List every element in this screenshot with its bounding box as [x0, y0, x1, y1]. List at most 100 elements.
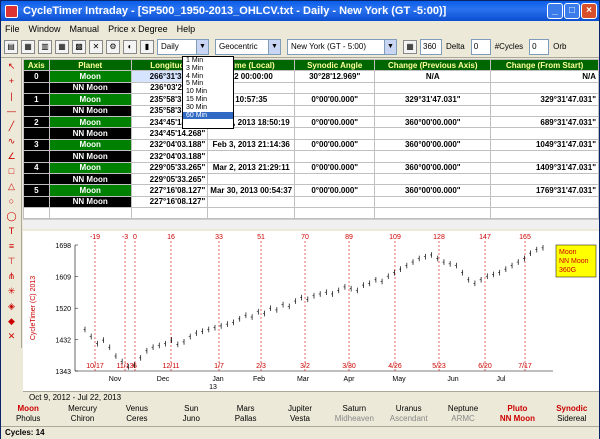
cell-lon: 229°05'33.265" — [130, 161, 209, 174]
planet-toggle-mercury[interactable]: Mercury Chiron — [55, 404, 109, 426]
trendline-icon[interactable]: ╱ — [3, 120, 20, 133]
table-row[interactable]: 5 Moon 227°16'08.127" Mar 30, 2013 00:54:37… — [23, 184, 599, 197]
dropdown-option[interactable]: 15 Min — [183, 96, 233, 104]
table-row[interactable]: NN Moon 235°58'31.184" — [23, 104, 599, 117]
table-row[interactable]: NN Moon 229°05'33.265" — [23, 172, 599, 186]
degrees-input[interactable]: 360 — [420, 38, 442, 55]
planet-toggle-mars[interactable]: Mars Pallas — [218, 404, 272, 426]
location-select[interactable]: New York (GT - 5:00) ▼ — [287, 38, 397, 55]
planet-sublabel: Pholus — [15, 414, 41, 423]
wave-icon[interactable]: ∿ — [3, 135, 20, 148]
layers-icon[interactable]: ◈ — [3, 300, 20, 313]
menu-file[interactable]: File — [5, 24, 20, 34]
app-icon — [5, 4, 18, 18]
table-row[interactable]: 0 Moon 266°31'33.083" 12 00:00:00 30°28'12.9… — [23, 70, 599, 83]
time-icon[interactable]: ⊤ — [3, 255, 20, 268]
close-button[interactable]: × — [581, 3, 597, 19]
fib-icon[interactable]: ≡ — [3, 240, 20, 253]
table-row[interactable]: NN Moon 234°45'14.268" — [23, 127, 599, 140]
dropdown-option[interactable]: 10 Min — [183, 88, 233, 96]
angle-icon[interactable]: ∠ — [3, 150, 20, 163]
minimize-button[interactable]: _ — [547, 3, 563, 19]
coordinate-select[interactable]: Geocentric ▼ — [215, 38, 281, 55]
cell-axis: 3 — [23, 138, 50, 152]
planet-toggle-moon[interactable]: Moon Pholus — [1, 404, 55, 426]
gann-icon[interactable]: ✳ — [3, 285, 20, 298]
planet-toggle-venus[interactable]: Venus Ceres — [110, 404, 164, 426]
price-chart[interactable]: CycleTimer (C) 2013 1343 1432 1520 1609 1698 -… — [23, 231, 599, 391]
table-row[interactable]: 2 Moon 234°45'14.268" Jan 7, 2013 18:50:19 0… — [23, 115, 599, 129]
cell-prev: N/A — [374, 70, 492, 83]
col-change-prev: Change (Previous Axis) — [374, 59, 492, 72]
delta-input[interactable]: 0 — [470, 38, 491, 55]
cell-time — [207, 195, 296, 209]
circle-icon[interactable]: ○ — [3, 195, 20, 208]
print-icon[interactable]: ▥ — [38, 39, 52, 54]
dropdown-option[interactable]: 5 Min — [183, 80, 233, 88]
menu-window[interactable]: Window — [29, 24, 61, 34]
x-month-label: Apr — [344, 376, 356, 383]
rectangle-icon[interactable]: □ — [3, 165, 20, 178]
table-row[interactable]: 3 Moon 232°04'03.188" Feb 3, 2013 21:14:36 0… — [23, 138, 599, 152]
table-hscrollbar[interactable] — [23, 219, 599, 229]
dropdown-option[interactable]: 1 Min — [183, 57, 233, 65]
horizontal-line-icon[interactable]: — — [3, 105, 20, 118]
planet-toggle-pluto[interactable]: Pluto NN Moon — [490, 404, 544, 426]
tools-icon[interactable]: ✕ — [89, 39, 103, 54]
cycle-icon[interactable]: ◐ — [123, 39, 137, 54]
table-row[interactable]: 1 Moon 235°58'31.184" 10:57:35 0°00'00.000" 3… — [23, 93, 599, 106]
cell-syn: 0°00'00.000" — [294, 184, 376, 197]
table-icon[interactable]: ▩ — [72, 39, 86, 54]
planet-label: Sun — [184, 404, 199, 413]
calculator-icon[interactable]: ▦ — [403, 39, 417, 54]
crosshair-icon[interactable]: + — [3, 75, 20, 88]
delete-icon[interactable]: ✕ — [3, 330, 20, 343]
cell-axis — [23, 207, 50, 219]
dropdown-option[interactable]: 3 Min — [183, 65, 233, 73]
table-row[interactable] — [23, 207, 599, 219]
save-icon[interactable]: ▦ — [21, 39, 35, 54]
dropdown-option[interactable]: 60 Min — [183, 111, 233, 120]
pitchfork-icon[interactable]: ⋔ — [3, 270, 20, 283]
chart-icon[interactable]: ▮ — [140, 39, 154, 54]
maximize-button[interactable]: □ — [564, 3, 580, 19]
open-folder-icon[interactable]: ▤ — [4, 39, 18, 54]
timeframe-select[interactable]: Daily ▼ — [157, 38, 209, 55]
planet-toggle-sun[interactable]: Sun Juno — [164, 404, 218, 426]
table-row[interactable]: 4 Moon 229°05'33.265" Mar 2, 2013 21:29:11 0… — [23, 161, 599, 174]
table-row[interactable]: NN Moon 227°16'08.127" — [23, 195, 599, 209]
table-row[interactable]: NN Moon 236°03'20.114" — [23, 81, 599, 95]
dropdown-option[interactable]: 4 Min — [183, 73, 233, 81]
palette-icon[interactable]: ◆ — [3, 315, 20, 328]
planet-toggle-synodic[interactable]: Synodic Sidereal — [545, 404, 599, 426]
menu-bar: File Window Manual Price x Degree Help — [1, 21, 599, 36]
vertical-line-icon[interactable]: | — [3, 90, 20, 103]
cell-prev — [374, 127, 492, 140]
grid-icon[interactable]: ▦ — [55, 39, 69, 54]
ellipse-icon[interactable]: ◯ — [3, 210, 20, 223]
cycle-mark-date-label: 5/23 — [432, 363, 446, 370]
pointer-icon[interactable]: ↖ — [3, 60, 20, 73]
planet-sublabel: Juno — [182, 414, 200, 423]
menu-help[interactable]: Help — [177, 24, 196, 34]
text-icon[interactable]: T — [3, 225, 20, 238]
cell-start — [490, 195, 599, 209]
dropdown-option[interactable]: 30 Min — [183, 104, 233, 112]
planet-toggle-neptune[interactable]: Neptune ARMC — [436, 404, 490, 426]
planet-toggle-saturn[interactable]: Saturn Midheaven — [327, 404, 381, 426]
triangle-icon[interactable]: △ — [3, 180, 20, 193]
cycle-mark-top-label: 165 — [519, 234, 531, 241]
cell-time — [207, 127, 296, 140]
table-row[interactable]: NN Moon 232°04'03.188" — [23, 150, 599, 163]
cell-prev — [374, 150, 492, 163]
menu-price-x-degree[interactable]: Price x Degree — [108, 24, 168, 34]
orb-label: Orb — [553, 42, 567, 51]
x-month-label: Nov — [109, 376, 122, 383]
cycles-input[interactable]: 0 — [529, 38, 550, 55]
cell-syn — [294, 127, 376, 140]
settings-icon[interactable]: ⚙ — [106, 39, 120, 54]
planet-toggle-uranus[interactable]: Uranus Ascendant — [382, 404, 436, 426]
planet-sublabel: Ascendant — [389, 414, 428, 423]
planet-toggle-jupiter[interactable]: Jupiter Vesta — [273, 404, 327, 426]
menu-manual[interactable]: Manual — [70, 24, 100, 34]
